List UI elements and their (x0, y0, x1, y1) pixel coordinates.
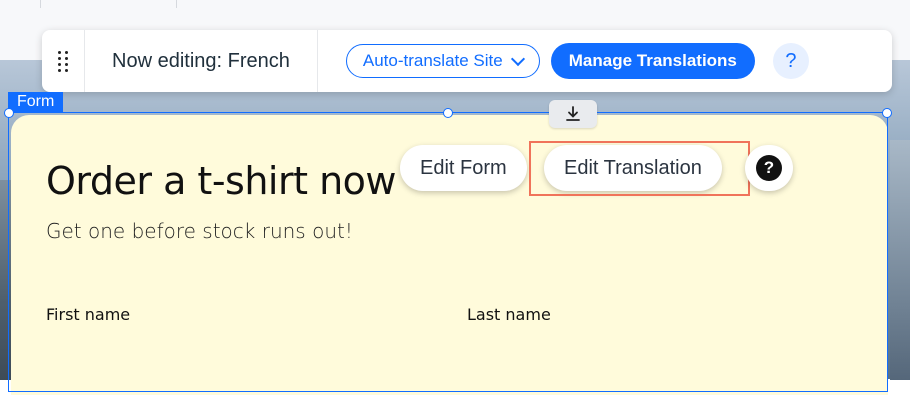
chevron-down-icon (510, 51, 525, 67)
translation-toolbar: Now editing: French Auto-translate Site … (42, 30, 892, 92)
resize-handle[interactable] (882, 108, 892, 118)
drag-handle[interactable] (42, 30, 85, 92)
form-element-tag: Form (8, 92, 64, 112)
highlight-box (529, 141, 750, 196)
edit-form-button[interactable]: Edit Form (400, 145, 527, 191)
download-arrow-icon (566, 106, 580, 121)
auto-translate-dropdown[interactable]: Auto-translate Site (345, 44, 540, 78)
divider (176, 0, 177, 8)
form-help-button[interactable]: ? (745, 145, 793, 191)
question-mark-icon: ? (756, 155, 782, 181)
anchor-tab[interactable] (549, 100, 597, 128)
divider (40, 0, 41, 8)
toolbar-help-button[interactable]: ? (772, 43, 809, 79)
resize-handle[interactable] (4, 108, 14, 118)
auto-translate-label: Auto-translate Site (362, 51, 503, 70)
manage-translations-button[interactable]: Manage Translations (550, 43, 755, 79)
editing-language-label: Now editing: French (85, 30, 318, 92)
background-mountain (890, 140, 910, 380)
drag-handle-icon (57, 50, 69, 72)
resize-handle[interactable] (443, 108, 453, 118)
